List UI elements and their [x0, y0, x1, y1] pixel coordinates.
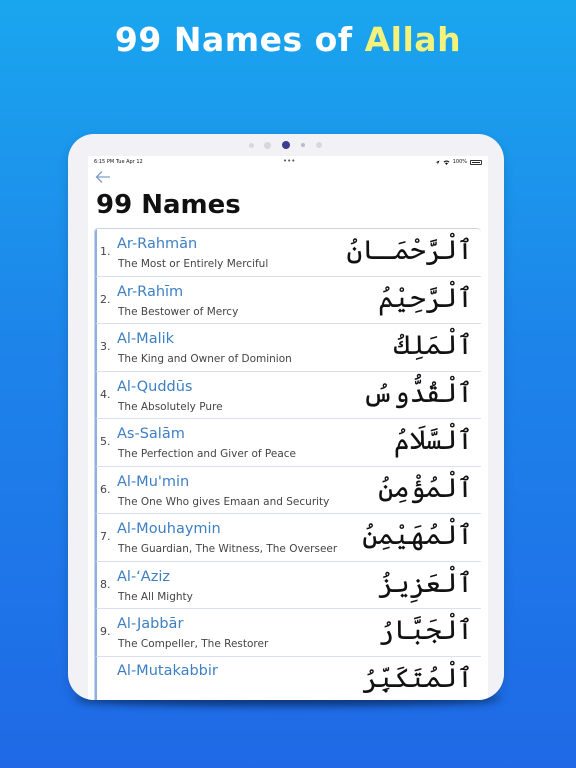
- item-meaning: The Most or Entirely Merciful: [118, 258, 269, 270]
- status-time: 6:15 PM: [94, 159, 115, 165]
- item-number: 6.: [100, 482, 111, 496]
- promo-headline: 99 Names of Allah: [0, 20, 576, 59]
- status-right: 100%: [435, 159, 482, 165]
- item-name: Ar-Rahmān: [117, 236, 198, 252]
- list-item[interactable]: 4. Al-Quddūs The Absolutely Pure ٱلْقُدُ…: [95, 371, 481, 419]
- item-arabic: ٱلْعَزِيزُ: [378, 567, 473, 599]
- list-item[interactable]: 5. As-Salām The Perfection and Giver of …: [95, 419, 481, 467]
- back-arrow-icon[interactable]: [95, 170, 113, 186]
- list-item[interactable]: 7. Al-Mouhaymin The Guardian, The Witnes…: [95, 514, 481, 562]
- item-meaning: The All Mighty: [118, 590, 193, 603]
- names-list[interactable]: 1. Ar-Rahmān The Most or Entirely Mercif…: [94, 228, 481, 700]
- item-name: Al-Jabbār: [117, 616, 184, 632]
- item-number: 9.: [100, 625, 111, 638]
- item-number: 2.: [100, 292, 111, 306]
- item-meaning: The King and Owner of Dominion: [118, 353, 292, 365]
- list-item[interactable]: 9. Al-Jabbār The Compeller, The Restorer…: [95, 609, 481, 657]
- item-meaning: The Compeller, The Restorer: [118, 638, 269, 650]
- item-number: 7.: [100, 530, 111, 543]
- item-name: Al-Mouhaymin: [117, 521, 221, 537]
- item-arabic: ٱلْسَّلَامُ: [393, 425, 473, 456]
- item-name: Ar-Rahīm: [117, 283, 184, 300]
- item-name: Al-Mutakabbir: [117, 662, 218, 679]
- item-name: Al-Quddūs: [117, 378, 193, 395]
- headline-accent: Allah: [364, 20, 462, 59]
- status-bar: 6:15 PM Tue Apr 12 ••• 100%: [94, 157, 482, 169]
- item-meaning: The Absolutely Pure: [118, 400, 223, 413]
- item-arabic: ٱلْرَّحْمَـانُ: [346, 235, 473, 266]
- status-date: Tue Apr 12: [116, 159, 143, 165]
- list-item[interactable]: 6. Al-Mu'min The One Who gives Emaan and…: [95, 466, 481, 514]
- item-arabic: ٱلْمُؤْمِنُ: [378, 472, 473, 504]
- headline-prefix: 99 Names of: [114, 20, 365, 59]
- location-icon: [435, 160, 440, 164]
- app-screen: 6:15 PM Tue Apr 12 ••• 100% 99 Names 1. …: [88, 156, 488, 700]
- item-name: Al-Malik: [117, 331, 175, 347]
- battery-percent: 100%: [452, 159, 467, 165]
- multitask-icon[interactable]: •••: [283, 157, 295, 165]
- list-item[interactable]: 3. Al-Malik The King and Owner of Domini…: [95, 324, 481, 372]
- list-item[interactable]: Al-Mutakabbir ٱلْمُتَكَبِّرُ: [95, 656, 481, 700]
- item-meaning: The Guardian, The Witness, The Overseer: [118, 543, 338, 555]
- tablet-frame: 6:15 PM Tue Apr 12 ••• 100% 99 Names 1. …: [68, 134, 504, 700]
- item-number: 3.: [100, 340, 111, 353]
- list-item[interactable]: 1. Ar-Rahmān The Most or Entirely Mercif…: [95, 229, 481, 277]
- item-number: 1.: [100, 245, 111, 258]
- item-meaning: The One Who gives Emaan and Security: [118, 495, 330, 508]
- item-name: Al-‘Aziz: [117, 568, 170, 585]
- item-meaning: The Bestower of Mercy: [118, 305, 239, 318]
- list-item[interactable]: 2. Ar-Rahīm The Bestower of Mercy ٱلْرَّ…: [95, 276, 481, 324]
- item-arabic: ٱلْقُدُّوسُ: [362, 377, 473, 409]
- item-arabic: ٱلْمُتَكَبِّرُ: [362, 662, 473, 694]
- item-name: Al-Mu'min: [117, 473, 190, 490]
- item-arabic: ٱلْمُهَيْمِنُ: [362, 520, 473, 551]
- item-arabic: ٱلْمَلِكُ: [393, 330, 473, 361]
- item-number: 8.: [100, 577, 111, 591]
- item-meaning: The Perfection and Giver of Peace: [118, 448, 296, 460]
- item-number: 4.: [100, 387, 111, 401]
- item-number: 5.: [100, 435, 111, 448]
- item-name: As-Salām: [117, 426, 185, 442]
- camera-dots: [68, 141, 504, 149]
- wifi-icon: [443, 160, 450, 165]
- item-arabic: ٱلْجَبَّارُ: [378, 615, 473, 646]
- battery-icon: [470, 159, 482, 165]
- item-arabic: ٱلْرَّحِيْمُ: [378, 282, 473, 314]
- page-title: 99 Names: [96, 190, 241, 220]
- list-item[interactable]: 8. Al-‘Aziz The All Mighty ٱلْعَزِيزُ: [95, 561, 481, 609]
